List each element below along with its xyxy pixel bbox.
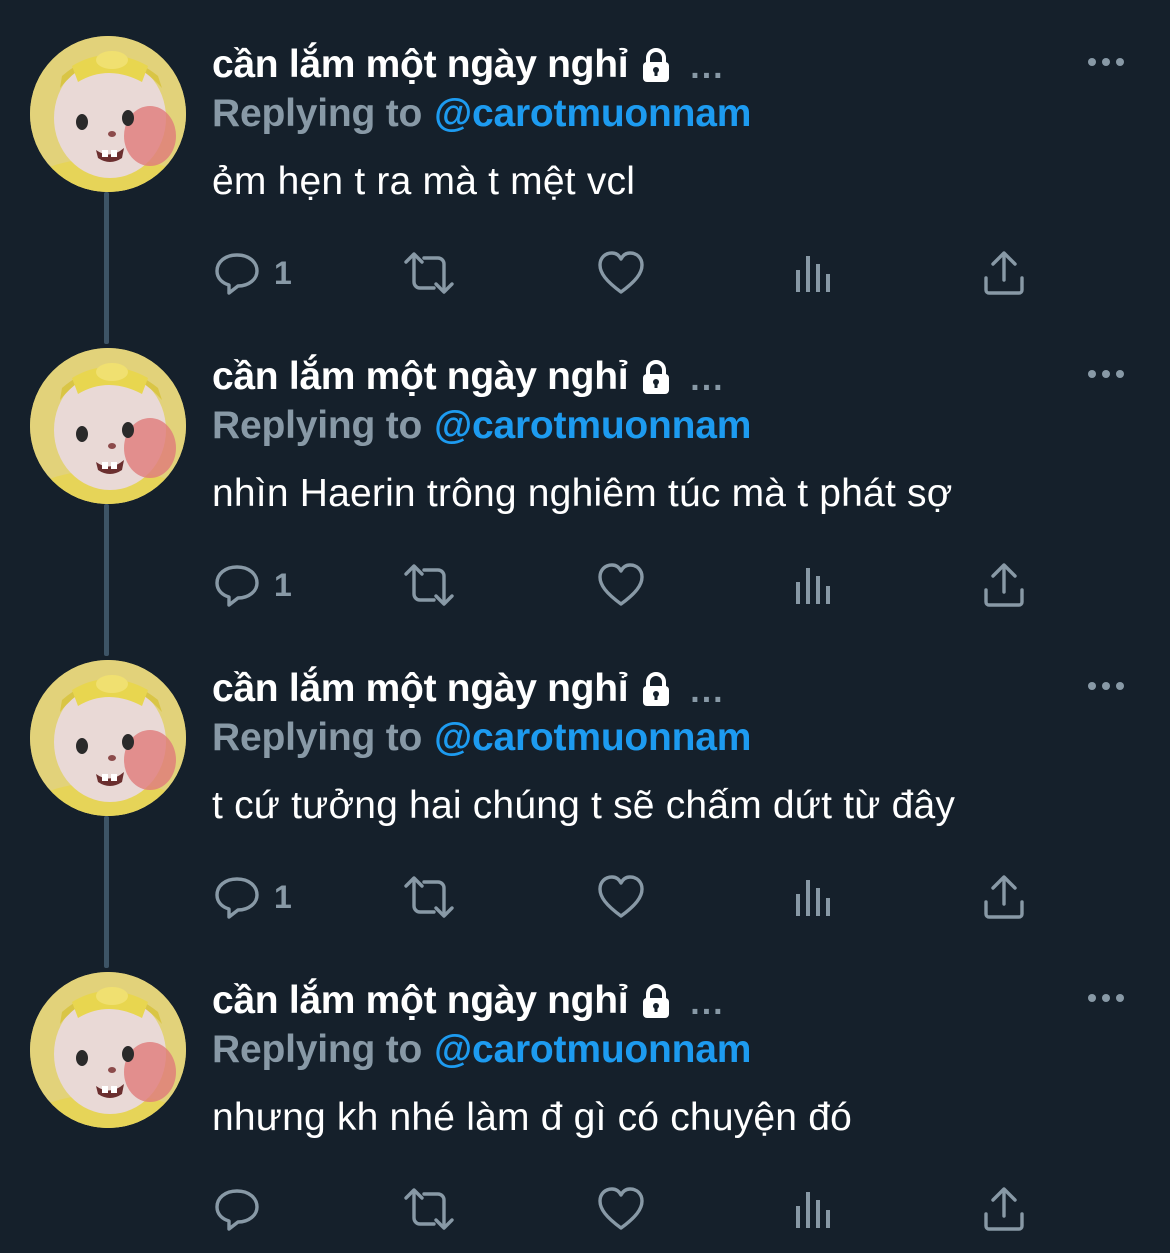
analytics-bars-icon — [796, 1192, 830, 1228]
reply-button[interactable]: 1 — [212, 248, 292, 298]
replying-to-label: Replying to — [212, 404, 423, 447]
like-button[interactable] — [596, 560, 646, 610]
retweet-icon — [404, 252, 454, 294]
heart-icon — [598, 251, 644, 294]
reply-button[interactable]: 1 — [212, 872, 292, 922]
avatar[interactable] — [30, 348, 186, 504]
replying-to-line: Replying to @carotmuonnam — [212, 716, 751, 760]
name-truncation-ellipsis: ... — [690, 47, 725, 86]
analytics-bars-icon — [796, 256, 830, 292]
reply-bubble-icon — [215, 1189, 259, 1231]
more-dots-icon[interactable] — [1086, 364, 1126, 384]
replying-to-line: Replying to @carotmuonnam — [212, 1028, 751, 1072]
share-upload-icon — [984, 563, 1024, 607]
heart-icon — [598, 563, 644, 606]
name-truncation-ellipsis: ... — [690, 671, 725, 710]
tweet-action-bar: 1 — [212, 872, 1042, 922]
reply-handle-link[interactable]: @carotmuonnam — [434, 92, 751, 135]
heart-icon — [598, 1187, 644, 1230]
retweet-icon — [404, 564, 454, 606]
analytics-bars-icon — [796, 568, 830, 604]
retweet-icon — [404, 1188, 454, 1230]
retweet-button[interactable] — [400, 248, 458, 298]
display-name[interactable]: cần lắm một ngày nghỉ — [212, 667, 629, 711]
reply-handle-link[interactable]: @carotmuonnam — [434, 1028, 751, 1071]
avatar-image — [30, 660, 186, 816]
tweet-text: t cứ tưởng hai chúng t sẽ chấm dứt từ đâ… — [212, 784, 956, 827]
display-name[interactable]: cần lắm một ngày nghỉ — [212, 979, 629, 1023]
lock-icon — [636, 669, 676, 709]
reply-handle-link[interactable]: @carotmuonnam — [434, 716, 751, 759]
tweet-text: ẻm hẹn t ra mà t mệt vcl — [212, 160, 636, 203]
avatar-image — [30, 972, 186, 1128]
share-button[interactable] — [980, 560, 1028, 610]
avatar[interactable] — [30, 36, 186, 192]
more-dots-icon[interactable] — [1086, 988, 1126, 1008]
retweet-icon — [404, 876, 454, 918]
tweet-thread: cần lắm một ngày nghỉ ... Replying to @ca… — [0, 0, 1170, 1253]
replying-to-line: Replying to @carotmuonnam — [212, 404, 751, 448]
like-button[interactable] — [596, 1184, 646, 1234]
replying-to-label: Replying to — [212, 1028, 423, 1071]
replying-to-label: Replying to — [212, 92, 423, 135]
reply-button[interactable] — [212, 1184, 274, 1234]
tweet-header: cần lắm một ngày nghỉ ... — [212, 352, 725, 402]
reply-count: 1 — [274, 566, 292, 603]
tweet-action-bar: 1 — [212, 560, 1042, 610]
like-button[interactable] — [596, 248, 646, 298]
analytics-button[interactable] — [792, 872, 836, 922]
tweet-header: cần lắm một ngày nghỉ ... — [212, 976, 725, 1026]
like-button[interactable] — [596, 872, 646, 922]
name-truncation-ellipsis: ... — [690, 359, 725, 398]
reply-bubble-icon — [215, 877, 259, 919]
reply-count: 1 — [274, 878, 292, 915]
lock-icon — [636, 45, 676, 85]
replying-to-line: Replying to @carotmuonnam — [212, 92, 751, 136]
avatar[interactable] — [30, 972, 186, 1128]
heart-icon — [598, 875, 644, 918]
display-name[interactable]: cần lắm một ngày nghỉ — [212, 43, 629, 87]
avatar[interactable] — [30, 660, 186, 816]
name-truncation-ellipsis: ... — [690, 983, 725, 1022]
tweet-action-bar: 1 — [212, 248, 1042, 298]
reply-button[interactable]: 1 — [212, 560, 292, 610]
analytics-button[interactable] — [792, 560, 836, 610]
lock-icon — [636, 981, 676, 1021]
lock-icon — [636, 357, 676, 397]
avatar-image — [30, 348, 186, 504]
reply-bubble-icon — [215, 253, 259, 295]
analytics-bars-icon — [796, 880, 830, 916]
tweet[interactable]: cần lắm một ngày nghỉ ... Replying to @ca… — [0, 0, 1170, 312]
retweet-button[interactable] — [400, 560, 458, 610]
display-name[interactable]: cần lắm một ngày nghỉ — [212, 355, 629, 399]
share-button[interactable] — [980, 248, 1028, 298]
share-button[interactable] — [980, 872, 1028, 922]
analytics-button[interactable] — [792, 1184, 836, 1234]
retweet-button[interactable] — [400, 872, 458, 922]
tweet[interactable]: cần lắm một ngày nghỉ ... Replying to @ca… — [0, 312, 1170, 624]
reply-bubble-icon — [215, 565, 259, 607]
avatar-image — [30, 36, 186, 192]
share-upload-icon — [984, 875, 1024, 919]
more-dots-icon[interactable] — [1086, 52, 1126, 72]
share-button[interactable] — [980, 1184, 1028, 1234]
share-upload-icon — [984, 1187, 1024, 1231]
tweet-text: nhìn Haerin trông nghiêm túc mà t phát s… — [212, 472, 953, 515]
share-upload-icon — [984, 251, 1024, 295]
tweet-header: cần lắm một ngày nghỉ ... — [212, 40, 725, 90]
tweet-header: cần lắm một ngày nghỉ ... — [212, 664, 725, 714]
retweet-button[interactable] — [400, 1184, 458, 1234]
reply-count: 1 — [274, 254, 292, 291]
replying-to-label: Replying to — [212, 716, 423, 759]
tweet-text: nhưng kh nhé làm đ gì có chuyện đó — [212, 1096, 852, 1139]
tweet[interactable]: cần lắm một ngày nghỉ ... Replying to @ca… — [0, 936, 1170, 1248]
reply-handle-link[interactable]: @carotmuonnam — [434, 404, 751, 447]
analytics-button[interactable] — [792, 248, 836, 298]
tweet-action-bar — [212, 1184, 1042, 1234]
more-dots-icon[interactable] — [1086, 676, 1126, 696]
tweet[interactable]: cần lắm một ngày nghỉ ... Replying to @ca… — [0, 624, 1170, 936]
